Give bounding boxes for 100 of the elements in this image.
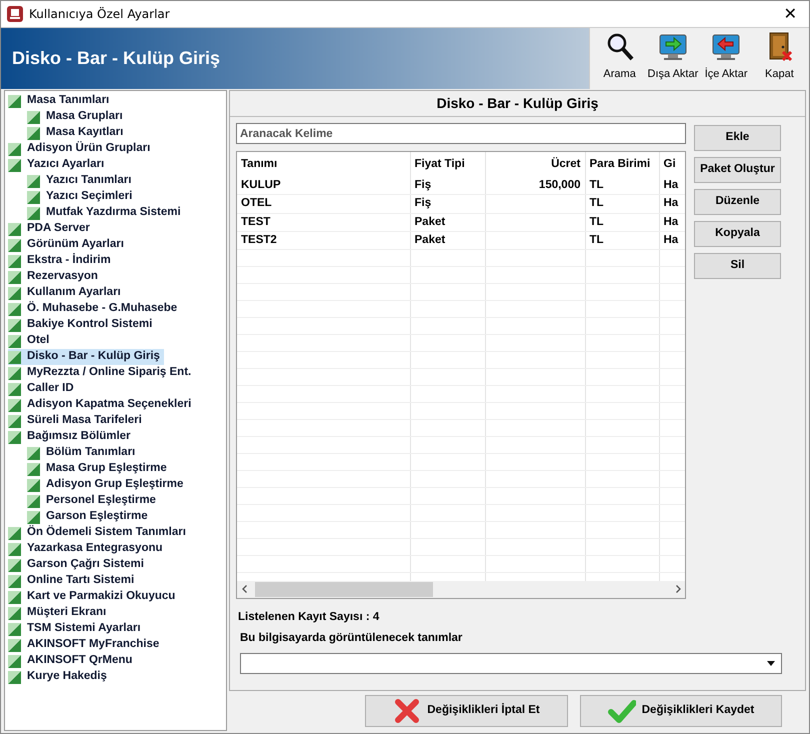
dropdown[interactable]	[240, 652, 782, 674]
scroll-right-icon[interactable]	[676, 585, 680, 594]
table-cell: TL	[585, 177, 659, 195]
tree-item[interactable]: AKINSOFT QrMenu	[8, 653, 136, 669]
tree-node-icon	[8, 254, 21, 268]
table-cell: Paket	[410, 231, 485, 250]
tree-item[interactable]: Yazıcı Ayarları	[8, 157, 108, 173]
action-button[interactable]: Ekle	[694, 125, 781, 151]
tree-item[interactable]: Caller ID	[8, 381, 78, 397]
tree-item[interactable]: Online Tartı Sistemi	[8, 573, 138, 589]
tree-item[interactable]: Rezervasyon	[8, 269, 102, 285]
tree-node-icon	[27, 446, 40, 460]
tree-node-icon	[8, 558, 21, 572]
tree-node-icon	[8, 574, 21, 588]
app-icon	[7, 6, 23, 22]
tree-node-icon	[8, 414, 21, 428]
tree-node-icon	[8, 526, 21, 540]
tree-item[interactable]: Yazarkasa Entegrasyonu	[8, 541, 167, 557]
tree-item[interactable]: Kart ve Parmakizi Okuyucu	[8, 589, 180, 605]
tree-item[interactable]: Kurye Hakediş	[8, 669, 111, 685]
tree-node-icon	[8, 270, 21, 284]
scroll-left-icon[interactable]	[242, 585, 246, 594]
action-button[interactable]: Sil	[694, 253, 781, 279]
tree-node-icon	[8, 334, 21, 348]
tree-item[interactable]: Adisyon Kapatma Seçenekleri	[8, 397, 196, 413]
action-button[interactable]: Kopyala	[694, 221, 781, 247]
tree-item[interactable]: Ön Ödemeli Sistem Tanımları	[8, 525, 190, 541]
toolbar-button[interactable]: Dışa Aktar	[647, 30, 698, 87]
tree-item[interactable]: AKINSOFT MyFranchise	[8, 637, 164, 653]
panel-title: Disko - Bar - Kulüp Giriş	[436, 94, 598, 113]
column-header[interactable]: Fiyat Tipi	[410, 152, 485, 177]
footer-button[interactable]: Değişiklikleri İptal Et	[365, 695, 568, 727]
tree-item[interactable]: Süreli Masa Tarifeleri	[8, 413, 146, 429]
tree-node-icon	[8, 382, 21, 396]
tree-node-icon	[27, 510, 40, 524]
table-cell: TEST2	[237, 231, 410, 250]
toolbar-button[interactable]: Arama	[594, 30, 646, 87]
tree-node-icon	[8, 638, 21, 652]
table-cell: TL	[585, 213, 659, 232]
horizontal-scrollbar[interactable]	[237, 581, 685, 598]
column-header[interactable]: Ücret	[485, 152, 585, 177]
check-icon	[608, 697, 636, 725]
tree-node-icon	[8, 142, 21, 156]
tree-item[interactable]: Mutfak Yazdırma Sistemi	[27, 205, 185, 221]
tree-node-icon	[8, 670, 21, 684]
tree-item[interactable]: Otel	[8, 333, 54, 349]
search-field[interactable]: Aranacak Kelime	[236, 123, 686, 144]
tree-node-icon	[8, 590, 21, 604]
tree-item[interactable]: TSM Sistemi Ayarları	[8, 621, 145, 637]
tree-item[interactable]: Masa Grup Eşleştirme	[27, 461, 171, 477]
tree-node-icon	[8, 286, 21, 300]
action-button[interactable]: Paket Oluştur	[694, 157, 781, 183]
tree-item[interactable]: MyRezzta / Online Sipariş Ent.	[8, 365, 196, 381]
toolbar-button[interactable]: Kapat	[754, 30, 805, 87]
tree-node-icon	[27, 110, 40, 124]
tree-node-icon	[8, 622, 21, 636]
tree-item[interactable]: Adisyon Grup Eşleştirme	[27, 477, 188, 493]
column-header[interactable]: Para Birimi	[585, 152, 659, 177]
tree-item[interactable]: Müşteri Ekranı	[8, 605, 110, 621]
tree-node-icon	[8, 238, 21, 252]
tree-node-icon	[27, 126, 40, 140]
tree-item[interactable]: Adisyon Ürün Grupları	[8, 141, 154, 157]
tree-item[interactable]: Masa Kayıtları	[27, 125, 128, 141]
tree-item[interactable]: Bölüm Tanımları	[27, 445, 140, 461]
table-cell: 150,000	[485, 177, 585, 195]
window-title: Kullanıcıya Özel Ayarlar	[29, 6, 170, 23]
tree-item[interactable]: Disko - Bar - Kulüp Giriş	[8, 349, 164, 365]
tree-item[interactable]: PDA Server	[8, 221, 94, 237]
toolbar-button[interactable]: İçe Aktar	[700, 30, 752, 87]
tree-item[interactable]: Masa Tanımları	[8, 93, 114, 109]
tree-item[interactable]: Bakiye Kontrol Sistemi	[8, 317, 156, 333]
tree-item[interactable]: Personel Eşleştirme	[27, 493, 160, 509]
tree-node-icon	[8, 654, 21, 668]
tree-item[interactable]: Görünüm Ayarları	[8, 237, 128, 253]
column-header[interactable]: Tanımı	[237, 152, 410, 177]
table-cell: TL	[585, 231, 659, 250]
tree-item[interactable]: Yazıcı Seçimleri	[27, 189, 136, 205]
table-cell: Fiş	[410, 177, 485, 195]
table-cell: KULUP	[237, 177, 410, 195]
table-cell: Fiş	[410, 194, 485, 213]
tree-item[interactable]: Garson Çağrı Sistemi	[8, 557, 148, 573]
tree-node-icon	[27, 494, 40, 508]
tree-item[interactable]: Bağımsız Bölümler	[8, 429, 135, 445]
footer-button[interactable]: Değişiklikleri Kaydet	[580, 695, 782, 727]
tree-node-icon	[8, 350, 21, 364]
tree-item[interactable]: Yazıcı Tanımları	[27, 173, 136, 189]
close-button[interactable]: ✕	[778, 2, 803, 26]
tree-item[interactable]: Ekstra - İndirim	[8, 253, 115, 269]
tree-node-icon	[27, 190, 40, 204]
record-count: Listelenen Kayıt Sayısı : 4	[238, 610, 380, 625]
tree-item[interactable]: Garson Eşleştirme	[27, 509, 152, 525]
action-button[interactable]: Düzenle	[694, 189, 781, 215]
tree-item[interactable]: Ö. Muhasebe - G.Muhasebe	[8, 301, 182, 317]
tree-node-icon	[8, 158, 21, 172]
tree-item[interactable]: Kullanım Ayarları	[8, 285, 125, 301]
table-cell: TL	[585, 194, 659, 213]
tree-node-icon	[27, 206, 40, 220]
tree-node-icon	[8, 398, 21, 412]
tree-item[interactable]: Masa Grupları	[27, 109, 127, 125]
table-cell: TEST	[237, 213, 410, 232]
